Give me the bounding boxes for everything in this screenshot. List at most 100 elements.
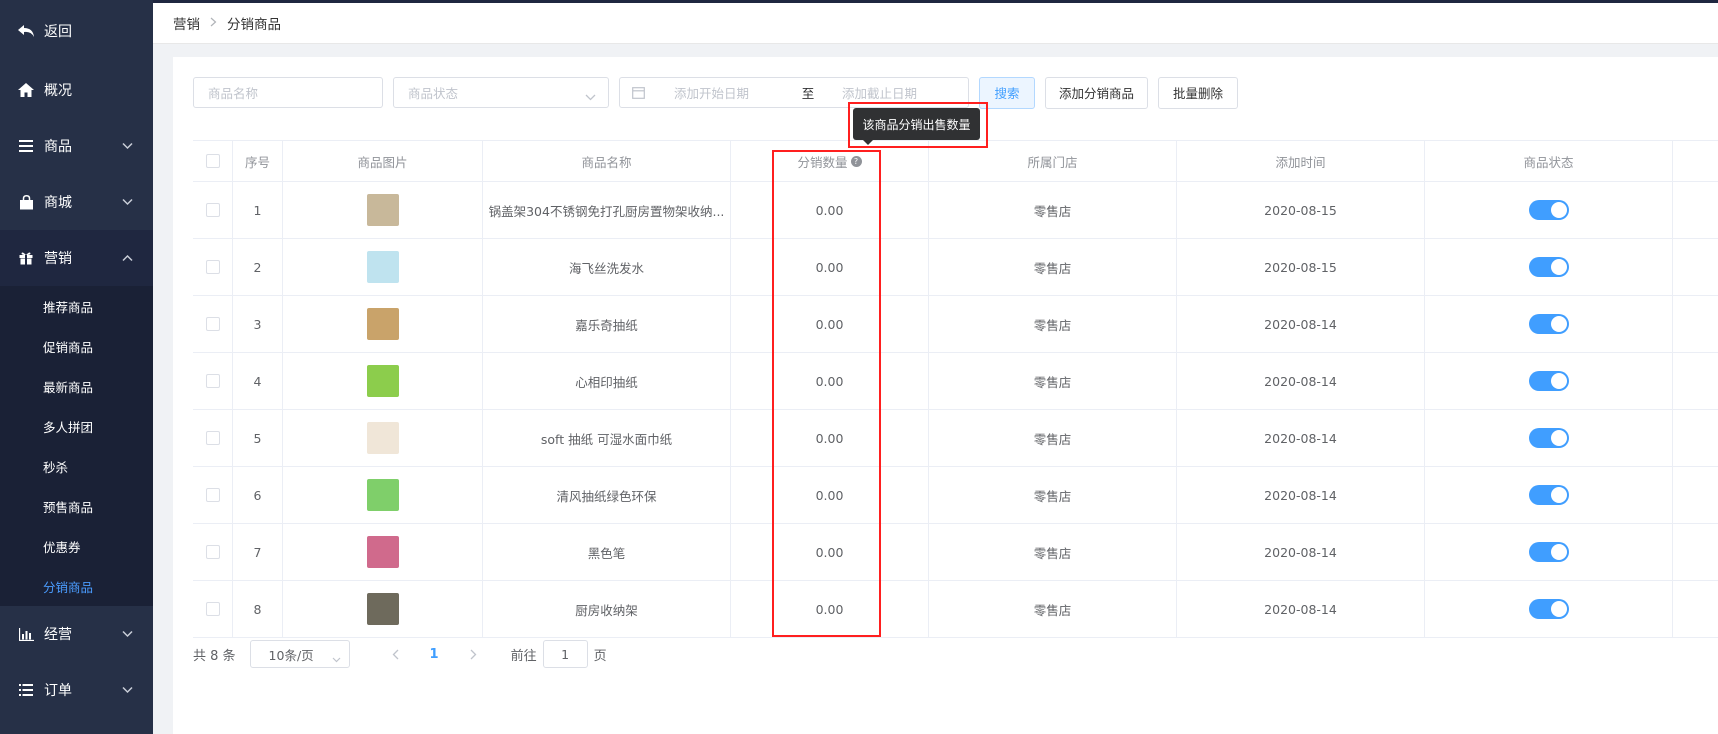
breadcrumb: 营销 分销商品 [153, 3, 1718, 44]
submenu-flash-sale[interactable]: 秒杀 [0, 446, 153, 486]
row-checkbox[interactable] [205, 260, 220, 274]
page-size-select[interactable]: 10条/页 [249, 640, 350, 668]
prev-page-icon[interactable] [392, 649, 400, 660]
main-panel: 商品名称 商品状态 添加开始日期 至 添加截止日期 搜索 添加分销商品 批量删除… [173, 57, 1718, 734]
row-name: 嘉乐奇抽纸 [483, 296, 731, 352]
submenu-coupon[interactable]: 优惠券 [0, 526, 153, 566]
row-date: 2020-08-14 [1177, 581, 1425, 637]
table-row: 5 soft 抽纸 可湿水面巾纸 0.00 零售店 2020-08-14 [193, 410, 1718, 467]
total-count: 共 8 条 [193, 648, 236, 664]
status-toggle[interactable] [1528, 485, 1569, 505]
next-page-icon[interactable] [469, 649, 477, 660]
nav-marketing[interactable]: 营销 [0, 230, 153, 286]
status-toggle[interactable] [1528, 428, 1569, 448]
search-button[interactable]: 搜索 [979, 76, 1035, 109]
goods-status-placeholder: 商品状态 [408, 86, 459, 101]
qty-tooltip: 该商品分销出售数量 [853, 108, 980, 145]
header-no: 序号 [233, 141, 283, 181]
chevron-down-icon [122, 628, 133, 641]
row-no: 3 [233, 296, 283, 352]
gift-icon [16, 251, 36, 265]
row-extra [1673, 182, 1718, 238]
row-checkbox[interactable] [205, 602, 220, 616]
product-thumbnail [366, 422, 399, 454]
row-qty: 0.00 [731, 239, 929, 295]
nav-overview[interactable]: 概况 [0, 62, 153, 118]
row-checkbox[interactable] [205, 203, 220, 217]
sidebar: 返回 概况 商品 商城 营销 推荐商品 促销商品 最新商品 多人拼团 秒杀 预售… [0, 0, 153, 734]
row-qty: 0.00 [731, 524, 929, 580]
row-store: 零售店 [929, 182, 1177, 238]
end-date-placeholder[interactable]: 添加截止日期 [842, 83, 917, 102]
row-store: 零售店 [929, 410, 1177, 466]
header-name: 商品名称 [483, 141, 731, 181]
product-thumbnail [366, 251, 399, 283]
goods-name-input[interactable]: 商品名称 [193, 77, 383, 108]
row-checkbox[interactable] [205, 374, 220, 388]
row-status-cell [1425, 467, 1673, 523]
row-checkbox[interactable] [205, 545, 220, 559]
chevron-down-icon [122, 684, 133, 697]
row-image-cell [283, 581, 483, 637]
header-store: 所属门店 [929, 141, 1177, 181]
question-circle-icon[interactable]: ? [850, 155, 862, 167]
status-toggle[interactable] [1528, 371, 1569, 391]
row-qty: 0.00 [731, 353, 929, 409]
row-extra [1673, 353, 1718, 409]
list-icon [16, 140, 36, 152]
goto-page-input[interactable]: 1 [542, 640, 588, 668]
select-all-checkbox[interactable] [205, 154, 220, 168]
nav-operation[interactable]: 经营 [0, 606, 153, 662]
submenu-promotion[interactable]: 促销商品 [0, 326, 153, 366]
goods-table: 序号 商品图片 商品名称 分销数量 ? 所属门店 添加时间 商品状态 1 锅盖架3… [193, 140, 1718, 638]
status-toggle[interactable] [1528, 257, 1569, 277]
chevron-up-icon [122, 252, 133, 265]
nav-goods[interactable]: 商品 [0, 118, 153, 174]
nav-back[interactable]: 返回 [0, 0, 153, 62]
row-checkbox[interactable] [205, 431, 220, 445]
row-name: 心相印抽纸 [483, 353, 731, 409]
nav-mall-label: 商城 [44, 195, 72, 211]
goods-status-select[interactable]: 商品状态 [393, 77, 609, 108]
submenu-group-buy[interactable]: 多人拼团 [0, 406, 153, 446]
row-no: 7 [233, 524, 283, 580]
breadcrumb-parent[interactable]: 营销 [173, 13, 200, 33]
row-extra [1673, 467, 1718, 523]
status-toggle[interactable] [1528, 200, 1569, 220]
nav-back-label: 返回 [44, 24, 72, 40]
status-toggle[interactable] [1528, 599, 1569, 619]
batch-delete-button[interactable]: 批量删除 [1158, 76, 1238, 109]
row-status-cell [1425, 410, 1673, 466]
add-distribution-goods-button[interactable]: 添加分销商品 [1045, 76, 1148, 109]
row-checkbox[interactable] [205, 488, 220, 502]
start-date-placeholder[interactable]: 添加开始日期 [674, 83, 786, 102]
submenu-distribution[interactable]: 分销商品 [0, 566, 153, 606]
row-checkbox[interactable] [205, 317, 220, 331]
marketing-submenu: 推荐商品 促销商品 最新商品 多人拼团 秒杀 预售商品 优惠券 分销商品 [0, 286, 153, 606]
page-number-current[interactable]: 1 [430, 647, 439, 662]
status-toggle[interactable] [1528, 314, 1569, 334]
page-size-value: 10条/页 [268, 647, 314, 663]
status-toggle[interactable] [1528, 542, 1569, 562]
submenu-presale[interactable]: 预售商品 [0, 486, 153, 526]
row-status-cell [1425, 182, 1673, 238]
submenu-recommend[interactable]: 推荐商品 [0, 286, 153, 326]
submenu-newest[interactable]: 最新商品 [0, 366, 153, 406]
row-name: 锅盖架304不锈钢免打孔厨房置物架收纳... [483, 182, 731, 238]
row-select-cell [193, 182, 233, 238]
nav-mall[interactable]: 商城 [0, 174, 153, 230]
row-extra [1673, 410, 1718, 466]
table-row: 6 清风抽纸绿色环保 0.00 零售店 2020-08-14 [193, 467, 1718, 524]
product-thumbnail [366, 479, 399, 511]
row-store: 零售店 [929, 239, 1177, 295]
nav-orders-label: 订单 [44, 683, 72, 699]
row-select-cell [193, 581, 233, 637]
table-row: 4 心相印抽纸 0.00 零售店 2020-08-14 [193, 353, 1718, 410]
goto-prefix: 前往 [510, 648, 537, 664]
row-qty: 0.00 [731, 581, 929, 637]
date-range-picker[interactable]: 添加开始日期 至 添加截止日期 [619, 77, 969, 108]
row-date: 2020-08-14 [1177, 467, 1425, 523]
nav-orders[interactable]: 订单 [0, 662, 153, 718]
goods-name-placeholder: 商品名称 [208, 86, 259, 101]
row-image-cell [283, 296, 483, 352]
